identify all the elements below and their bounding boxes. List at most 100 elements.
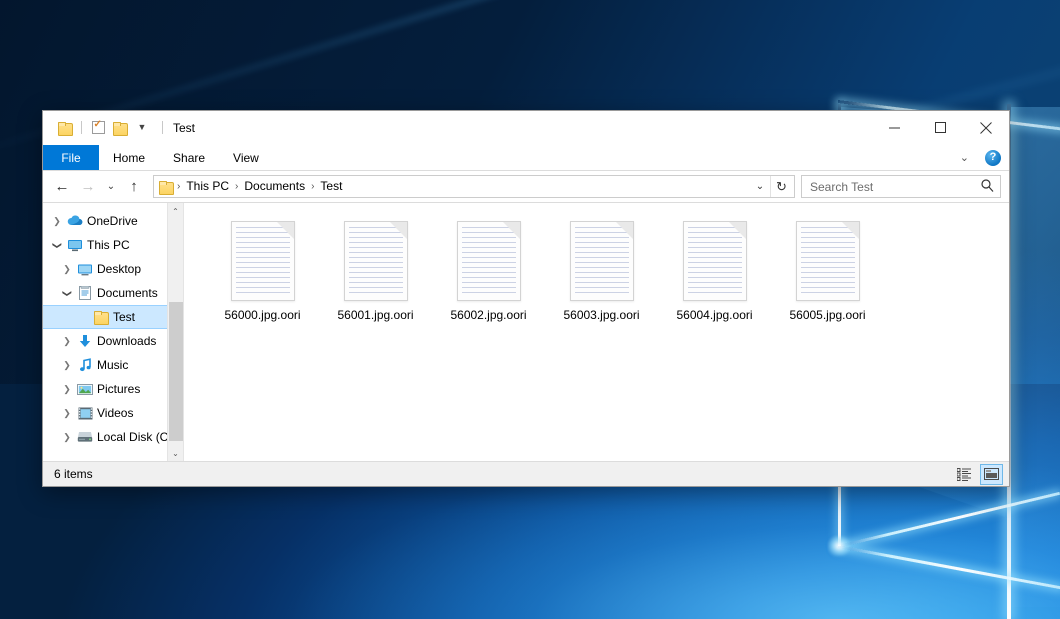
chevron-right-icon[interactable]: ❯ [59, 360, 75, 371]
sidebar-item-downloads[interactable]: ❯ Downloads [43, 329, 183, 353]
scrollbar-thumb[interactable] [169, 302, 183, 441]
sidebar-item-videos[interactable]: ❯Videos [43, 401, 183, 425]
chevron-down-icon[interactable]: ⌄ [750, 181, 770, 192]
file-name-label: 56003.jpg.oori [563, 308, 639, 322]
address-bar[interactable]: › This PC › Documents › Test ⌄ ↻ [153, 175, 795, 198]
new-folder-icon[interactable] [109, 117, 131, 139]
file-grid: 56000.jpg.oori 56001.jpg.oori56002.jpg.oo… [206, 217, 999, 339]
sidebar-item-this-pc[interactable]: ❯ This PC [43, 233, 183, 257]
sidebar-item-label: Downloads [95, 334, 156, 348]
sidebar-item-test[interactable]: Test [43, 305, 183, 329]
sidebar-item-label: Local Disk (C:) [95, 430, 176, 444]
sidebar-item-label: Test [111, 310, 135, 324]
large-icons-view-button[interactable] [980, 464, 1003, 485]
documents-icon [75, 286, 95, 300]
sidebar-item-onedrive[interactable]: ❯OneDrive [43, 209, 183, 233]
window-controls [871, 111, 1009, 145]
breadcrumb-test[interactable]: Test [315, 176, 347, 197]
status-bar: 6 items [43, 461, 1009, 486]
generic-document-icon [231, 221, 295, 301]
navigation-pane: ❯OneDrive❯This PC❯Desktop❯DocumentsTest❯… [43, 203, 183, 461]
forward-button[interactable]: → [75, 175, 101, 199]
folder-icon[interactable] [54, 117, 76, 139]
chevron-right-icon[interactable]: ❯ [59, 408, 75, 419]
breadcrumb-this-pc[interactable]: This PC [181, 176, 234, 197]
windows-logo-pane [1011, 107, 1060, 607]
chevron-down-icon[interactable]: ⌄ [954, 151, 975, 164]
chevron-down-icon[interactable]: ❯ [62, 285, 73, 301]
file-item[interactable]: 56000.jpg.oori [206, 217, 319, 339]
tab-view[interactable]: View [219, 145, 273, 170]
sidebar-item-label: This PC [85, 238, 130, 252]
ribbon-actions: ⌄ ? [954, 145, 1009, 170]
back-button[interactable]: ← [49, 175, 75, 199]
quick-access-toolbar: ▼ Test [43, 117, 195, 139]
folder-tree: ❯OneDrive❯This PC❯Desktop❯DocumentsTest❯… [43, 203, 183, 449]
search-icon[interactable] [981, 179, 994, 195]
customize-caret-icon[interactable]: ▼ [131, 117, 153, 139]
chevron-down-icon[interactable]: ❯ [52, 237, 63, 253]
tab-share[interactable]: Share [159, 145, 219, 170]
sidebar-item-pictures[interactable]: ❯Pictures [43, 377, 183, 401]
drive-icon [75, 431, 95, 443]
sidebar-item-documents[interactable]: ❯ Documents [43, 281, 183, 305]
file-item[interactable]: 56002.jpg.oori [432, 217, 545, 339]
desktop-icon [75, 263, 95, 276]
folder-icon [91, 311, 111, 323]
sidebar-item-desktop[interactable]: ❯ Desktop [43, 257, 183, 281]
details-view-button[interactable] [953, 464, 976, 485]
sidebar-item-label: Documents [95, 286, 158, 300]
tab-home[interactable]: Home [99, 145, 159, 170]
address-bar-actions: ⌄ ↻ [750, 176, 792, 197]
up-button[interactable]: ↑ [121, 175, 147, 199]
file-item[interactable]: 56003.jpg.oori [545, 217, 658, 339]
navigation-scrollbar[interactable]: ⌃ ⌄ [167, 203, 183, 461]
address-bar-row: ← → ⌄ ↑ › This PC › Documents › Test ⌄ ↻… [43, 171, 1009, 202]
download-icon [75, 334, 95, 348]
minimize-button[interactable] [871, 111, 917, 145]
chevron-right-icon[interactable]: ❯ [59, 264, 75, 275]
help-icon[interactable]: ? [985, 150, 1001, 166]
file-name-label: 56005.jpg.oori [789, 308, 865, 322]
properties-icon[interactable] [87, 117, 109, 139]
file-list-view[interactable]: 56000.jpg.oori 56001.jpg.oori56002.jpg.oo… [183, 203, 1009, 461]
search-input[interactable]: Search Test [810, 180, 981, 194]
ribbon-tab-strip: File Home Share View ⌄ ? [43, 145, 1009, 171]
file-item[interactable]: 56004.jpg.oori [658, 217, 771, 339]
view-mode-buttons [953, 464, 1003, 485]
file-name-label: 56000.jpg.oori [224, 308, 300, 322]
breadcrumb-documents[interactable]: Documents [239, 176, 310, 197]
explorer-body: ❯OneDrive❯This PC❯Desktop❯DocumentsTest❯… [43, 202, 1009, 461]
title-bar[interactable]: ▼ Test [43, 111, 1009, 145]
sidebar-item-label: Desktop [95, 262, 141, 276]
file-item[interactable]: 56001.jpg.oori [319, 217, 432, 339]
close-button[interactable] [963, 111, 1009, 145]
file-explorer-window: ▼ Test File Home Share View ⌄ ? ← → [42, 110, 1010, 487]
refresh-icon[interactable]: ↻ [770, 176, 792, 197]
item-count-label: 6 items [54, 467, 93, 481]
sidebar-item-music[interactable]: ❯ Music [43, 353, 183, 377]
tab-file[interactable]: File [43, 145, 99, 170]
folder-icon [159, 181, 173, 193]
file-name-label: 56004.jpg.oori [676, 308, 752, 322]
chevron-right-icon[interactable]: ❯ [59, 384, 75, 395]
monitor-icon [65, 239, 85, 252]
window-title: Test [173, 121, 195, 135]
sidebar-item-label: Music [95, 358, 128, 372]
recent-locations-button[interactable]: ⌄ [101, 175, 121, 199]
chevron-right-icon[interactable]: ❯ [59, 432, 75, 443]
scroll-up-arrow-icon[interactable]: ⌃ [168, 203, 183, 219]
maximize-button[interactable] [917, 111, 963, 145]
generic-document-icon [796, 221, 860, 301]
chevron-right-icon[interactable]: ❯ [49, 216, 65, 227]
search-box[interactable]: Search Test [801, 175, 1001, 198]
videos-icon [75, 407, 95, 420]
pictures-icon [75, 383, 95, 396]
file-item[interactable]: 56005.jpg.oori [771, 217, 884, 339]
sidebar-item-local-disk-c[interactable]: ❯ Local Disk (C:) [43, 425, 183, 449]
scroll-down-arrow-icon[interactable]: ⌄ [168, 445, 183, 461]
generic-document-icon [344, 221, 408, 301]
chevron-right-icon[interactable]: ❯ [59, 336, 75, 347]
generic-document-icon [570, 221, 634, 301]
generic-document-icon [683, 221, 747, 301]
